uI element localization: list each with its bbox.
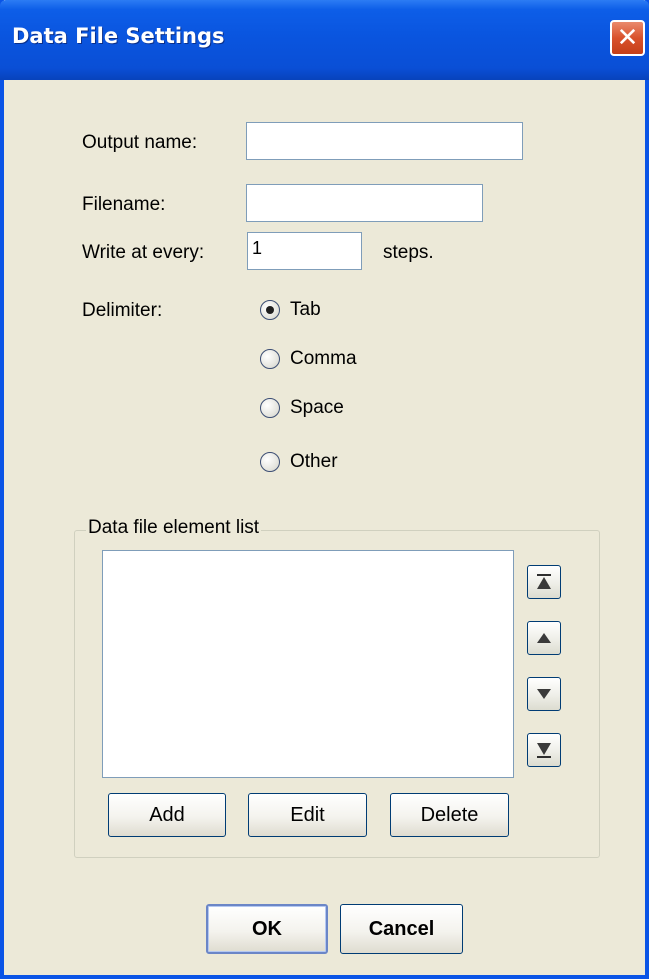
element-list-title: Data file element list — [86, 517, 262, 539]
output-name-input[interactable] — [246, 122, 523, 160]
move-to-top-button[interactable] — [527, 565, 561, 599]
move-up-button[interactable] — [527, 621, 561, 655]
filename-input[interactable] — [246, 184, 483, 222]
delimiter-option-tab[interactable]: Tab — [260, 299, 321, 321]
move-to-bottom-button[interactable] — [527, 733, 561, 767]
cancel-button[interactable]: Cancel — [340, 904, 463, 954]
radio-selected-icon[interactable] — [260, 300, 280, 320]
write-every-input[interactable]: 1 — [247, 232, 362, 270]
radio-icon[interactable] — [260, 349, 280, 369]
window-title: Data File Settings — [12, 24, 225, 48]
move-to-bottom-icon — [537, 743, 551, 758]
delimiter-option-other[interactable]: Other — [260, 451, 338, 473]
move-up-icon — [537, 633, 551, 643]
move-down-icon — [537, 689, 551, 699]
delimiter-label: Delimiter: — [82, 300, 163, 321]
delimiter-option-space[interactable]: Space — [260, 397, 344, 419]
title-bar[interactable]: Data File Settings ✕ — [0, 0, 649, 80]
element-list[interactable] — [102, 550, 514, 778]
write-every-label: Write at every: — [82, 242, 205, 263]
radio-icon[interactable] — [260, 398, 280, 418]
ok-button[interactable]: OK — [206, 904, 328, 954]
output-name-label: Output name: — [82, 132, 198, 153]
radio-label: Other — [290, 451, 338, 472]
filename-label: Filename: — [82, 194, 166, 215]
move-to-top-icon — [537, 574, 551, 589]
close-icon: ✕ — [616, 23, 639, 53]
edit-button[interactable]: Edit — [248, 793, 367, 837]
radio-label: Tab — [290, 299, 321, 320]
radio-dot — [266, 306, 274, 314]
steps-label: steps. — [383, 242, 434, 263]
move-down-button[interactable] — [527, 677, 561, 711]
add-button[interactable]: Add — [108, 793, 226, 837]
close-button[interactable]: ✕ — [610, 20, 645, 56]
radio-label: Space — [290, 397, 344, 418]
delete-button[interactable]: Delete — [390, 793, 509, 837]
radio-label: Comma — [290, 348, 357, 369]
dialog-content: Output name: Filename: Write at every: 1… — [4, 80, 645, 975]
delimiter-option-comma[interactable]: Comma — [260, 348, 357, 370]
radio-icon[interactable] — [260, 452, 280, 472]
